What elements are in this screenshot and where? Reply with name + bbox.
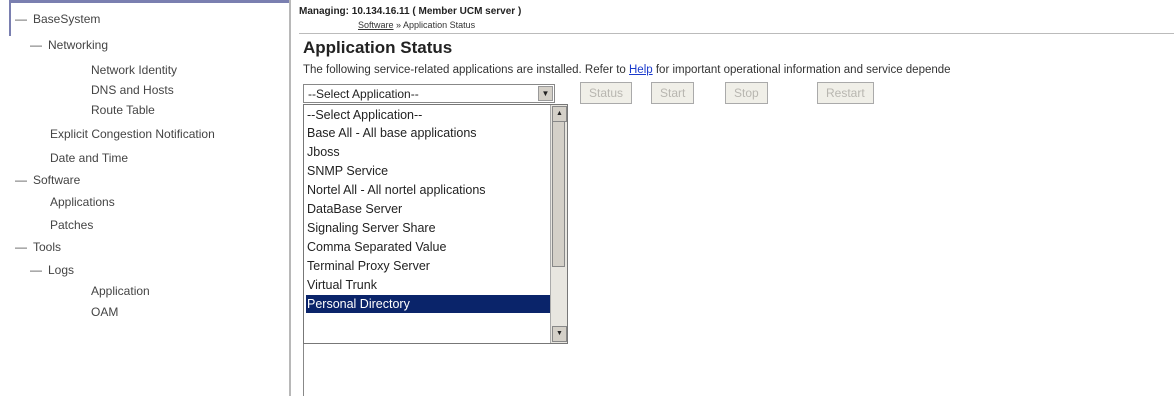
collapse-icon: — <box>15 173 27 187</box>
collapse-icon: — <box>15 12 27 26</box>
tree-item-network-identity[interactable]: Network Identity <box>91 63 177 77</box>
tree-item-tools[interactable]: — Tools <box>15 240 61 254</box>
option-terminal-proxy-server[interactable]: Terminal Proxy Server <box>306 257 554 275</box>
select-value: --Select Application-- <box>308 87 419 101</box>
tree-item-logs[interactable]: — Logs <box>30 263 74 277</box>
option-signaling-server-share[interactable]: Signaling Server Share <box>306 219 554 237</box>
breadcrumb-software-link[interactable]: Software <box>358 20 394 30</box>
tree-label: Networking <box>48 38 109 52</box>
tree-item-basesystem[interactable]: — BaseSystem <box>15 12 100 26</box>
tree-item-networking[interactable]: — Networking <box>30 38 108 52</box>
main-content: Managing: 10.134.16.11 ( Member UCM serv… <box>293 0 1174 396</box>
desc-prefix: The following service-related applicatio… <box>303 64 629 76</box>
tree-item-applications[interactable]: Applications <box>50 195 115 209</box>
status-button[interactable]: Status <box>580 82 633 104</box>
scroll-up-icon[interactable]: ▲ <box>552 106 567 122</box>
collapse-icon: — <box>30 263 42 277</box>
breadcrumb-separator: » <box>393 20 404 30</box>
tree-item-ecn[interactable]: Explicit Congestion Notification <box>50 127 215 141</box>
breadcrumb: Software » Application Status <box>358 20 475 30</box>
scroll-thumb[interactable] <box>552 121 565 267</box>
option-personal-directory[interactable]: Personal Directory <box>306 295 554 313</box>
option-database-server[interactable]: DataBase Server <box>306 200 554 218</box>
page-title: Application Status <box>303 38 453 57</box>
option-virtual-trunk[interactable]: Virtual Trunk <box>306 276 554 294</box>
tree-top-border <box>9 0 291 3</box>
restart-button[interactable]: Restart <box>817 82 874 104</box>
navigation-sidebar: — BaseSystem — Networking Network Identity… <box>0 0 291 396</box>
tree-item-software[interactable]: — Software <box>15 173 80 187</box>
tree-left-border <box>9 0 11 36</box>
tree-label: Software <box>33 173 81 187</box>
sidebar-divider[interactable] <box>289 0 291 396</box>
desc-suffix: for important operational information an… <box>652 64 951 76</box>
breadcrumb-current: Application Status <box>403 20 476 30</box>
option-jboss[interactable]: Jboss <box>306 143 554 161</box>
option-nortel-all[interactable]: Nortel All - All nortel applications <box>306 181 554 199</box>
tree-label: BaseSystem <box>33 12 101 26</box>
header-divider <box>299 33 1174 34</box>
application-dropdown-list[interactable]: --Select Application-- Base All - All ba… <box>303 104 568 344</box>
page-description: The following service-related applicatio… <box>303 64 951 76</box>
list-scrollbar[interactable]: ▲ ▼ <box>550 105 567 343</box>
option-select-application[interactable]: --Select Application-- <box>306 106 554 124</box>
dropdown-arrow-icon[interactable]: ▼ <box>538 86 553 101</box>
option-comma-separated-value[interactable]: Comma Separated Value <box>306 238 554 256</box>
application-select[interactable]: --Select Application-- ▼ <box>303 84 555 103</box>
tree-item-patches[interactable]: Patches <box>50 218 93 232</box>
stop-button[interactable]: Stop <box>725 82 768 104</box>
collapse-icon: — <box>15 240 27 254</box>
managing-header: Managing: 10.134.16.11 ( Member UCM serv… <box>299 6 522 17</box>
tree-item-application-log[interactable]: Application <box>91 284 150 298</box>
collapse-icon: — <box>30 38 42 52</box>
tree-item-oam[interactable]: OAM <box>91 305 118 319</box>
help-link[interactable]: Help <box>629 64 653 76</box>
scroll-down-icon[interactable]: ▼ <box>552 326 567 342</box>
start-button[interactable]: Start <box>651 82 695 104</box>
tree-label: Logs <box>48 263 75 277</box>
tree-item-date-time[interactable]: Date and Time <box>50 151 128 165</box>
option-base-all[interactable]: Base All - All base applications <box>306 124 554 142</box>
tree-item-dns-hosts[interactable]: DNS and Hosts <box>91 83 174 97</box>
tree-item-route-table[interactable]: Route Table <box>91 103 155 117</box>
option-snmp-service[interactable]: SNMP Service <box>306 162 554 180</box>
tree-label: Tools <box>33 240 62 254</box>
